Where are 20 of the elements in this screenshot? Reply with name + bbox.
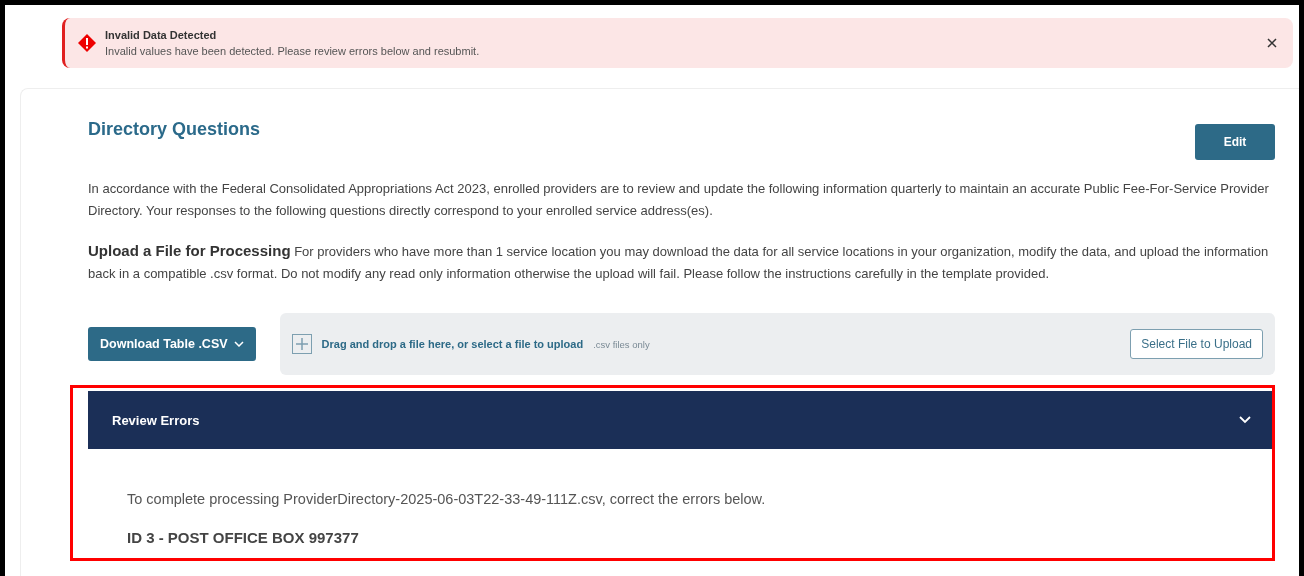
review-errors-header[interactable]: Review Errors [88,391,1275,449]
close-button[interactable] [1267,38,1277,48]
intro-paragraph: In accordance with the Federal Consolidated Appropriations Act 2023, enrolled providers are to review and update the following information quarterly to maintain an accurate Public Fee-For-Service Provider Directory. Your responses to the following questions directly correspond to your enrolled service address(es). [88,180,1270,220]
download-button[interactable]: Download Table .CSV [88,327,256,361]
chevron-down-icon [1239,414,1251,426]
chevron-down-icon [233,341,244,347]
edit-button[interactable]: Edit [1195,124,1275,160]
upload-paragraph: Upload a File for Processing For providers who have more than 1 service location you may download the data for all service locations in your organization, modify the data, and upload the information back in a compatible .csv format. Do not modify any read only information otherwise the upload will fail. Please follow the instructions carefully in the template provided. [88,241,1270,283]
alert-title: Invalid Data Detected [105,29,218,41]
warning-icon [77,33,97,53]
errors-message: To complete processing ProviderDirectory-2025-06-03T22-33-49-111Z.csv, correct the errors below. [127,491,767,507]
file-dropzone[interactable]: Drag and drop a file here, or select a file to upload .csv files only Select File to Upload [279,313,1275,375]
file-type-hint: .csv files only [593,338,651,350]
alert-message: Invalid values have been detected. Please review errors below and resubmit. [105,45,481,57]
plus-icon [291,334,312,354]
dropzone-prompt: Drag and drop a file here, or select a file to upload [321,338,584,350]
close-icon [1267,38,1277,48]
select-file-button[interactable]: Select File to Upload [1130,329,1263,359]
section-title: Directory Questions [88,119,261,140]
record-heading: ID 3 - POST OFFICE BOX 997377 [127,529,360,546]
